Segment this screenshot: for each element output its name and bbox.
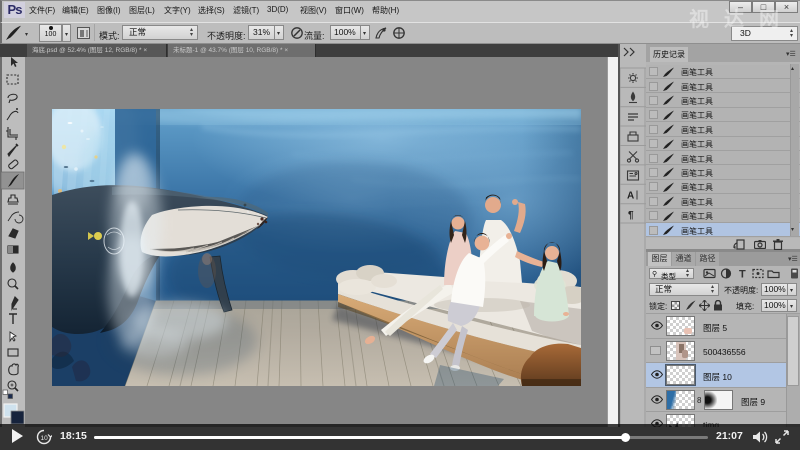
svg-text:10: 10	[41, 435, 49, 442]
svg-text:¶: ¶	[628, 210, 634, 221]
svg-text:T: T	[739, 269, 746, 280]
svg-text:A: A	[627, 191, 634, 202]
